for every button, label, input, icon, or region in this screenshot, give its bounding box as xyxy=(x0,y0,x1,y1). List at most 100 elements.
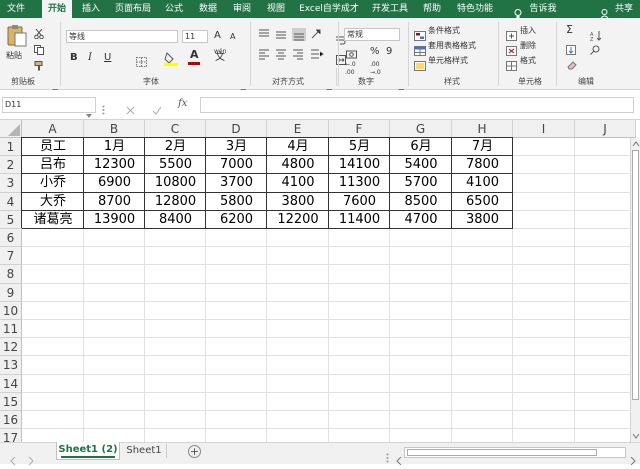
table-cell[interactable]: 7600 xyxy=(329,193,390,211)
fill-icon[interactable] xyxy=(566,40,576,55)
insert-cells-icon[interactable] xyxy=(506,26,518,41)
row-header-17[interactable]: 17 xyxy=(0,429,22,442)
table-cell[interactable]: 12800 xyxy=(145,193,206,211)
underline-button[interactable]: U xyxy=(104,52,111,64)
conditional-format-icon[interactable] xyxy=(414,26,426,41)
percent-button[interactable]: % xyxy=(370,46,380,58)
cancel-icon[interactable] xyxy=(126,100,135,115)
alignment-icons[interactable] xyxy=(258,28,328,68)
delete-cells-icon[interactable] xyxy=(506,41,518,56)
row-header-6[interactable]: 6 xyxy=(0,229,22,248)
table-cell[interactable]: 4100 xyxy=(452,174,513,192)
tab-insert[interactable]: 插入 xyxy=(76,0,106,18)
find-icon[interactable] xyxy=(590,40,600,55)
insert-function-button[interactable]: fx xyxy=(178,98,187,110)
tab-help[interactable]: 帮助 xyxy=(418,0,446,18)
table-cell[interactable]: 14100 xyxy=(329,156,390,174)
table-cell[interactable]: 11300 xyxy=(329,174,390,192)
tab-file[interactable]: 文件 xyxy=(0,0,32,18)
tab-home[interactable]: 开始 xyxy=(42,0,72,18)
column-header-j[interactable]: J xyxy=(575,120,636,138)
copy-icon[interactable] xyxy=(34,40,44,55)
drag-handle-icon[interactable] xyxy=(102,100,105,115)
increase-decimal-button[interactable]: ←.0 .00 xyxy=(345,61,365,77)
tab-developer[interactable]: 开发工具 xyxy=(368,0,412,18)
table-cell[interactable]: 5700 xyxy=(390,174,452,192)
paste-icon[interactable] xyxy=(6,24,28,48)
format-painter-icon[interactable] xyxy=(34,56,44,71)
table-cell[interactable]: 12300 xyxy=(84,156,145,174)
format-cells-icon[interactable] xyxy=(506,56,518,71)
tab-data[interactable]: 数据 xyxy=(194,0,222,18)
shrink-font-button[interactable]: A xyxy=(230,31,235,43)
header-cell[interactable]: 2月 xyxy=(145,138,206,156)
delete-cells-button[interactable]: 删除 xyxy=(520,40,536,52)
table-cell[interactable]: 大乔 xyxy=(22,193,84,211)
bold-button[interactable]: B xyxy=(70,52,78,64)
row-header-10[interactable]: 10 xyxy=(0,301,22,320)
scroll-left-icon[interactable] xyxy=(10,450,16,466)
tab-formulas[interactable]: 公式 xyxy=(160,0,188,18)
clear-icon[interactable] xyxy=(566,55,578,70)
row-header-16[interactable]: 16 xyxy=(0,411,22,430)
font-color-button[interactable]: A xyxy=(190,49,199,61)
table-cell[interactable]: 8700 xyxy=(84,193,145,211)
row-header-11[interactable]: 11 xyxy=(0,320,22,339)
pinyin-button[interactable]: 文 xyxy=(215,52,225,64)
table-cell[interactable]: 吕布 xyxy=(22,156,84,174)
column-header-c[interactable]: C xyxy=(145,120,206,138)
table-cell[interactable]: 4800 xyxy=(267,156,329,174)
table-cell[interactable]: 10800 xyxy=(145,174,206,192)
fill-color-icon[interactable] xyxy=(164,51,178,66)
column-header-g[interactable]: G xyxy=(390,120,452,138)
row-header-2[interactable]: 2 xyxy=(0,156,22,175)
tab-view[interactable]: 视图 xyxy=(262,0,290,18)
dialog-launcher-icon[interactable] xyxy=(52,80,58,95)
paste-label[interactable]: 粘贴 xyxy=(6,50,22,62)
row-header-13[interactable]: 13 xyxy=(0,356,22,375)
header-cell[interactable]: 1月 xyxy=(84,138,145,156)
table-cell[interactable]: 11400 xyxy=(329,211,390,229)
number-format-combo[interactable]: 常规 xyxy=(344,28,400,41)
sort-filter-icon[interactable]: AZ xyxy=(590,26,604,43)
add-sheet-button[interactable]: + xyxy=(188,445,201,458)
table-cell[interactable]: 12200 xyxy=(267,211,329,229)
column-header-b[interactable]: B xyxy=(84,120,145,138)
scroll-right-icon[interactable] xyxy=(630,450,636,466)
table-cell[interactable]: 5800 xyxy=(206,193,267,211)
table-cell[interactable]: 7800 xyxy=(452,156,513,174)
collapse-ribbon-icon[interactable] xyxy=(628,80,636,95)
column-header-f[interactable]: F xyxy=(329,120,390,138)
autosum-button[interactable]: Σ xyxy=(566,24,573,36)
row-header-12[interactable]: 12 xyxy=(0,338,22,357)
table-format-icon[interactable] xyxy=(414,41,426,56)
conditional-format-button[interactable]: 条件格式 xyxy=(428,25,460,37)
tab-page-layout[interactable]: 页面布局 xyxy=(110,0,156,18)
table-cell[interactable]: 13900 xyxy=(84,211,145,229)
table-cell[interactable]: 4700 xyxy=(390,211,452,229)
table-cell[interactable]: 5400 xyxy=(390,156,452,174)
column-header-a[interactable]: A xyxy=(22,120,84,138)
table-cell[interactable]: 3800 xyxy=(452,211,513,229)
worksheet-grid[interactable]: A B C D E F G H I J 1 2 3 4 5 6 7 8 9 10 11 12 13 14 15 16 17 员工 1月 2… xyxy=(0,120,640,442)
column-header-e[interactable]: E xyxy=(267,120,329,138)
dialog-launcher-icon[interactable] xyxy=(398,80,404,95)
table-cell[interactable]: 6500 xyxy=(452,193,513,211)
row-header-14[interactable]: 14 xyxy=(0,374,22,393)
tell-me-box[interactable]: 告诉我 xyxy=(526,0,560,18)
font-size-combo[interactable]: 11 xyxy=(182,30,208,43)
currency-icon[interactable] xyxy=(346,46,360,59)
table-cell[interactable]: 8400 xyxy=(145,211,206,229)
table-cell[interactable]: 4100 xyxy=(267,174,329,192)
row-header-1[interactable]: 1 xyxy=(0,138,22,157)
formula-input[interactable] xyxy=(200,97,634,113)
row-header-9[interactable]: 9 xyxy=(0,283,22,302)
tab-review[interactable]: 审阅 xyxy=(228,0,256,18)
row-header-8[interactable]: 8 xyxy=(0,265,22,284)
border-icon[interactable] xyxy=(136,53,148,67)
row-header-15[interactable]: 15 xyxy=(0,392,22,411)
cut-icon[interactable] xyxy=(34,24,44,40)
header-cell[interactable]: 7月 xyxy=(452,138,513,156)
name-box[interactable]: D11 xyxy=(2,97,96,113)
cell-styles-button[interactable]: 单元格样式 xyxy=(428,55,468,67)
